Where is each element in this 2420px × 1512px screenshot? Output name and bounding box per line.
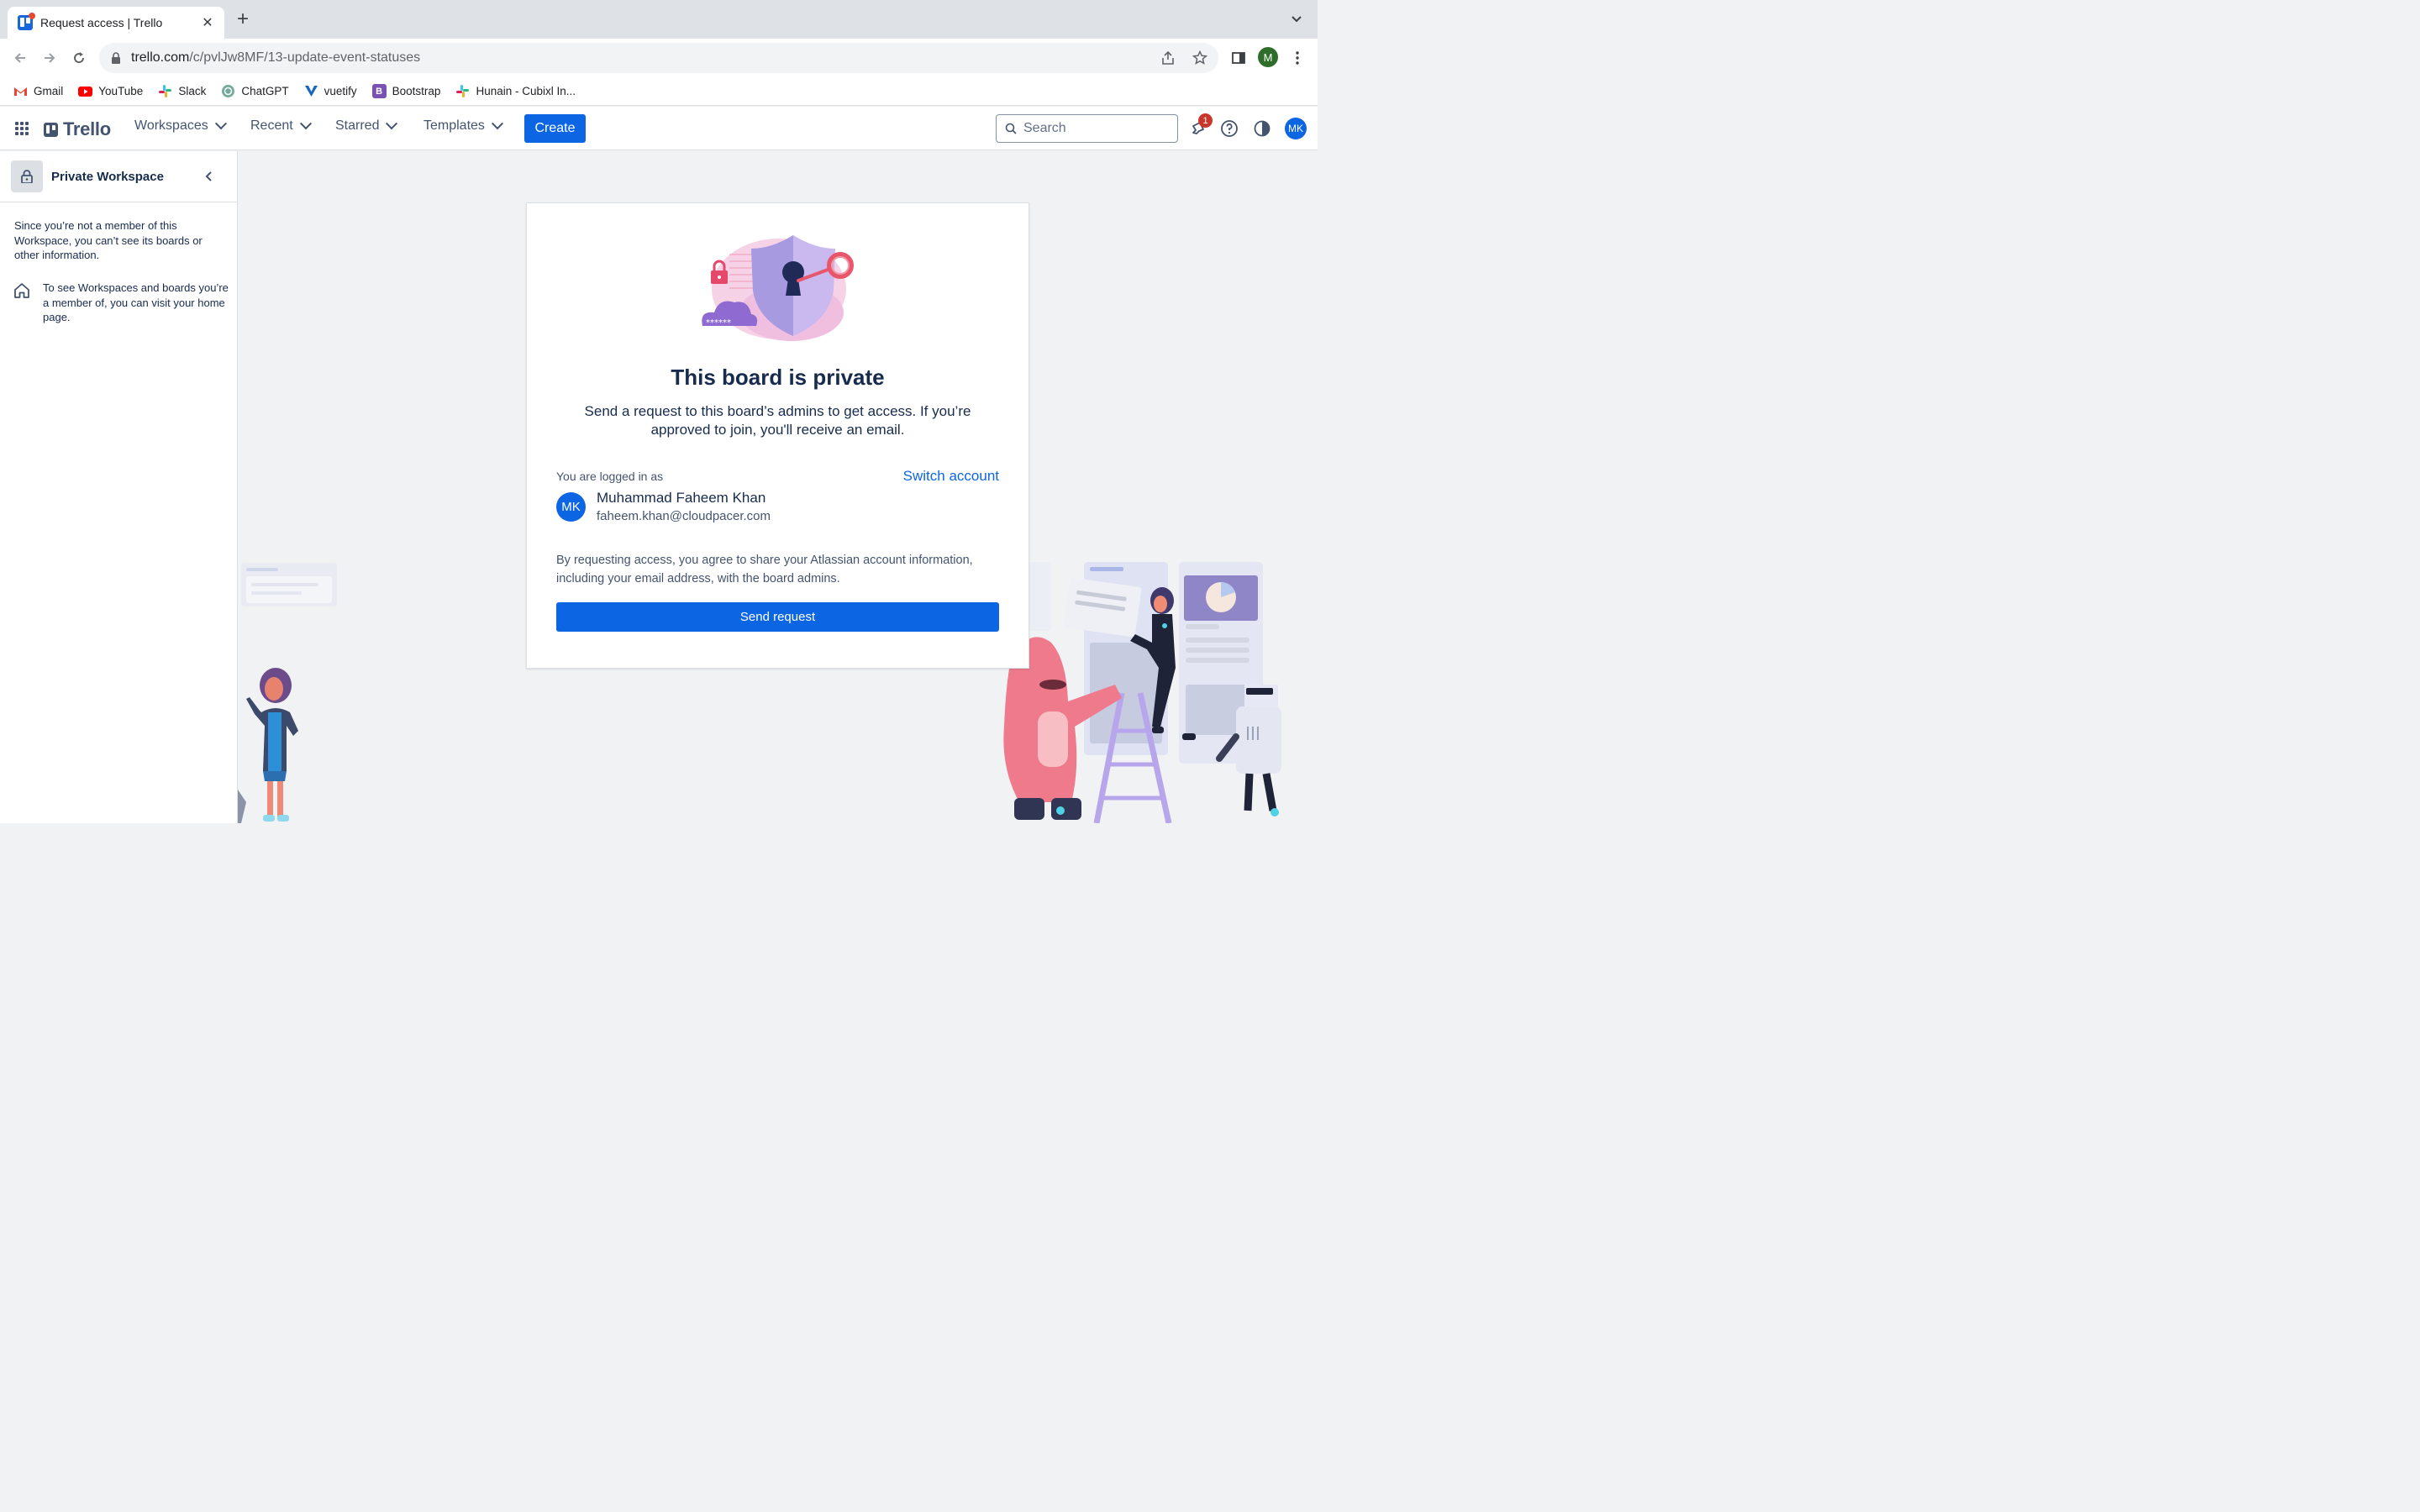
- chevron-down-icon: [491, 118, 503, 130]
- account-avatar[interactable]: MK: [1285, 118, 1307, 139]
- request-description: Send a request to this board’s admins to…: [584, 403, 971, 438]
- workspace-header: Private Workspace: [0, 151, 237, 202]
- user-email: faheem.khan@cloudpacer.com: [597, 509, 771, 523]
- gmail-icon: [14, 87, 27, 96]
- app-switcher-icon[interactable]: [15, 122, 29, 135]
- lock-icon[interactable]: [111, 52, 121, 64]
- home-icon: [14, 283, 29, 298]
- tab-title: Request access | Trello: [40, 16, 163, 29]
- bookmark-hunain[interactable]: Hunain - Cubixl In...: [455, 84, 576, 98]
- switch-account-link[interactable]: Switch account: [903, 468, 999, 485]
- slack-icon: [159, 85, 172, 97]
- trello-logo[interactable]: Trello: [44, 118, 111, 140]
- user-avatar: MK: [556, 492, 586, 522]
- not-member-notice: Since you’re not a member of this Worksp…: [14, 219, 203, 261]
- trello-logo-icon: [44, 122, 58, 137]
- menu-starred[interactable]: Starred: [335, 118, 398, 134]
- team-characters-illustration: [1003, 562, 1281, 823]
- chatgpt-icon: [222, 85, 235, 97]
- workspace-sidebar: Private Workspace Since you’re not a mem…: [0, 151, 238, 823]
- board-card-illustration: [241, 563, 337, 606]
- private-board-shield-illustration: ******: [702, 235, 854, 341]
- browser-toolbar: trello.com/c/pvlJw8MF/13-update-event-st…: [0, 39, 1318, 77]
- collapse-sidebar-icon[interactable]: [200, 167, 218, 186]
- search-input[interactable]: Search: [996, 114, 1178, 143]
- chevron-down-icon: [299, 118, 312, 130]
- theme-toggle-icon[interactable]: [1253, 119, 1271, 138]
- create-button[interactable]: Create: [524, 114, 586, 143]
- bookmark-chatgpt[interactable]: ChatGPT: [221, 84, 289, 98]
- youtube-icon: [78, 87, 93, 97]
- workspace-lock-icon: [11, 160, 43, 192]
- bookmark-slack[interactable]: Slack: [158, 84, 206, 98]
- trello-header: Trello Workspaces Recent Starred Templat…: [0, 107, 1318, 150]
- chevron-down-icon: [214, 118, 227, 130]
- browser-tab[interactable]: Request access | Trello ✕: [8, 7, 224, 39]
- svg-text:******: ******: [706, 318, 731, 328]
- menu-recent[interactable]: Recent: [250, 118, 312, 134]
- logged-in-label: You are logged in as: [556, 470, 664, 483]
- woman-character-illustration: [238, 668, 298, 823]
- new-tab-icon[interactable]: +: [237, 9, 249, 29]
- workspace-title: Private Workspace: [51, 169, 164, 184]
- request-access-card: ****** This board is private Send a requ…: [526, 202, 1029, 669]
- share-icon[interactable]: [1160, 50, 1176, 66]
- browser-menu-icon[interactable]: [1288, 49, 1307, 67]
- search-icon: [1005, 123, 1017, 134]
- chevron-down-icon: [386, 118, 398, 130]
- tab-search-chevron-icon[interactable]: [1289, 12, 1304, 27]
- trello-favicon-icon: [18, 13, 35, 30]
- bookmark-youtube[interactable]: YouTube: [78, 84, 143, 98]
- browser-tabstrip: Request access | Trello ✕ +: [0, 0, 1318, 39]
- bootstrap-icon: B: [371, 84, 387, 98]
- browser-profile-avatar[interactable]: M: [1258, 47, 1278, 67]
- close-tab-icon[interactable]: ✕: [199, 14, 216, 31]
- vuetify-icon: [304, 86, 318, 97]
- notification-count-badge: 1: [1198, 113, 1213, 128]
- consent-notice: By requesting access, you agree to share…: [556, 554, 973, 585]
- menu-templates[interactable]: Templates: [424, 118, 503, 134]
- bookmark-bootstrap[interactable]: B Bootstrap: [371, 84, 440, 98]
- bookmark-vuetify[interactable]: vuetify: [304, 84, 357, 98]
- forward-arrow-icon[interactable]: [40, 49, 59, 67]
- bookmarks-bar: Gmail YouTube Slack ChatGPT vuetify B Bo…: [0, 77, 1318, 106]
- back-arrow-icon[interactable]: [11, 49, 29, 67]
- send-request-button[interactable]: Send request: [556, 602, 999, 632]
- user-name: Muhammad Faheem Khan: [597, 490, 766, 506]
- bookmark-star-icon[interactable]: [1192, 50, 1208, 66]
- address-bar[interactable]: trello.com/c/pvlJw8MF/13-update-event-st…: [99, 43, 1218, 73]
- home-page-hint: To see Workspaces and boards you’re a me…: [43, 281, 229, 323]
- menu-workspaces[interactable]: Workspaces: [134, 118, 227, 134]
- url-text: trello.com/c/pvlJw8MF/13-update-event-st…: [131, 50, 421, 65]
- private-board-title: This board is private: [671, 365, 885, 390]
- reload-icon[interactable]: [70, 49, 88, 67]
- slack-icon: [456, 85, 470, 97]
- bookmark-gmail[interactable]: Gmail: [13, 84, 63, 98]
- side-panel-icon[interactable]: [1229, 49, 1248, 67]
- help-icon[interactable]: [1220, 119, 1239, 138]
